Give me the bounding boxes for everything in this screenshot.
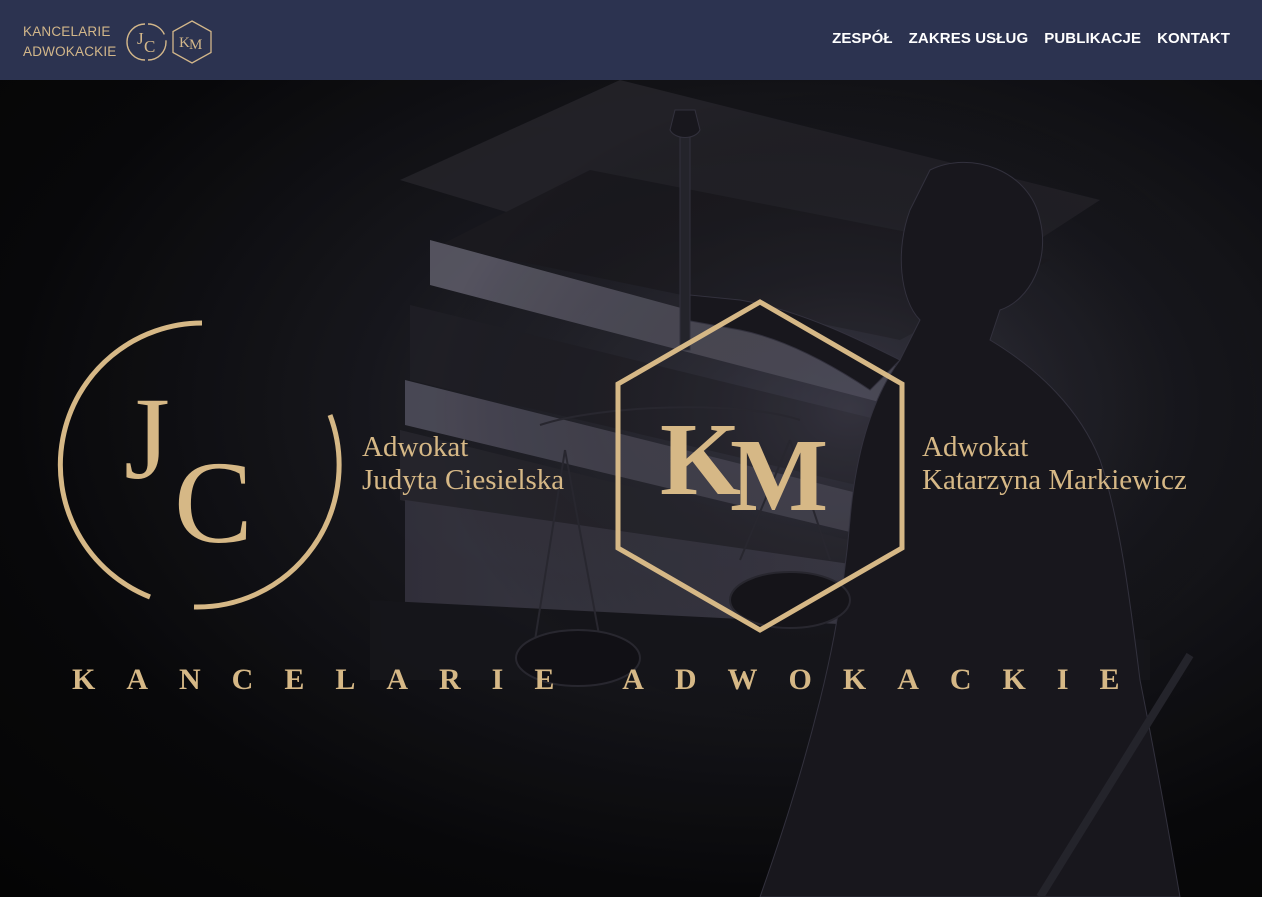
jc-logo-c: C bbox=[174, 437, 253, 568]
jc-mini-j: J bbox=[137, 29, 144, 48]
brand-text: KANCELARIE ADWOKACKIE bbox=[23, 22, 117, 62]
jc-mini-c: C bbox=[144, 37, 155, 56]
hero-section: J C Adwokat Judyta Ciesielska K M Adwoka… bbox=[0, 80, 1262, 897]
km-full-name: Katarzyna Markiewicz bbox=[922, 464, 1187, 496]
nav-link-publikacje[interactable]: PUBLIKACJE bbox=[1044, 30, 1141, 47]
brand-line-1: KANCELARIE bbox=[23, 24, 111, 39]
km-mini-m: M bbox=[189, 37, 202, 53]
jc-attorney-name: Adwokat Judyta Ciesielska bbox=[362, 431, 564, 497]
main-nav: ZESPÓŁ ZAKRES USŁUG PUBLIKACJE KONTAKT bbox=[832, 30, 1230, 47]
km-mini-logo-icon: K M bbox=[171, 20, 212, 64]
top-navigation-bar: KANCELARIE ADWOKACKIE J C K M ZESPÓŁ ZAK… bbox=[0, 0, 1262, 80]
km-logo: K M bbox=[615, 299, 905, 633]
jc-logo-j: J bbox=[124, 373, 170, 504]
jc-mini-logo-icon: J C bbox=[125, 23, 167, 61]
brand-line-2: ADWOKACKIE bbox=[23, 44, 117, 59]
km-attorney-name: Adwokat Katarzyna Markiewicz bbox=[922, 431, 1187, 497]
brand-mini-logos: J C K M bbox=[124, 19, 214, 65]
nav-link-zespol[interactable]: ZESPÓŁ bbox=[832, 30, 893, 47]
km-logo-m: M bbox=[730, 418, 828, 533]
brand-logo-link[interactable]: KANCELARIE ADWOKACKIE J C K M bbox=[23, 19, 214, 65]
km-logo-k: K bbox=[660, 402, 741, 517]
jc-title: Adwokat bbox=[362, 431, 469, 463]
hero-tagline: KANCELARIE ADWOKACKIE bbox=[72, 663, 1151, 696]
km-title: Adwokat bbox=[922, 431, 1029, 463]
nav-link-zakres-uslug[interactable]: ZAKRES USŁUG bbox=[909, 30, 1029, 47]
jc-full-name: Judyta Ciesielska bbox=[362, 464, 565, 496]
jc-logo: J C bbox=[57, 320, 342, 610]
nav-link-kontakt[interactable]: KONTAKT bbox=[1157, 30, 1230, 47]
